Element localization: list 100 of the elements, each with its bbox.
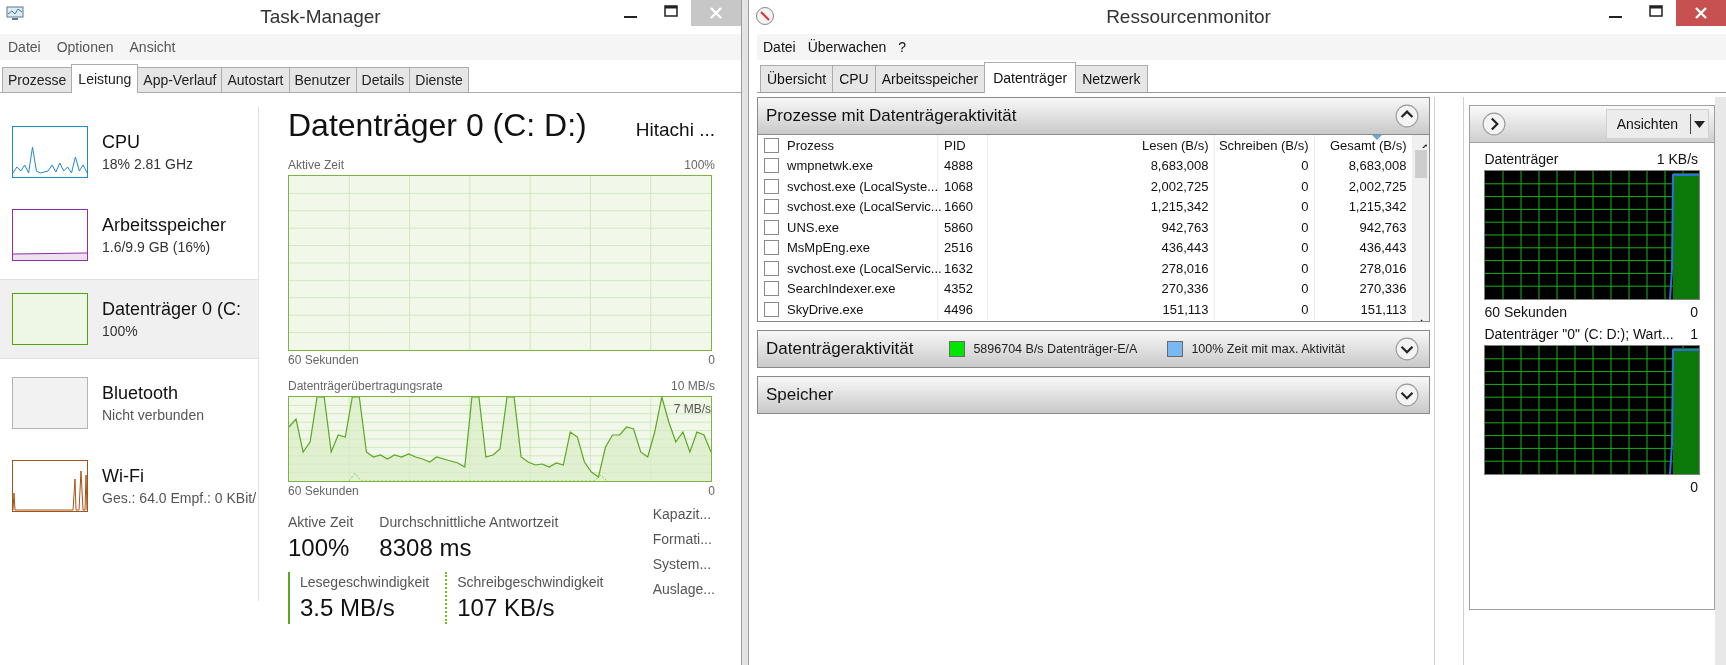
disk-model: Hitachi ... (635, 119, 715, 141)
views-button[interactable]: Ansichten (1605, 109, 1710, 139)
table-cell: 8,683,008 (1348, 158, 1407, 174)
tab[interactable]: Details (355, 67, 411, 92)
item-detail: 18% 2.81 GHz (102, 156, 194, 172)
checkbox[interactable] (764, 199, 779, 215)
menu-item[interactable]: Datei (0, 39, 49, 55)
table-cell: 1068 (944, 178, 973, 194)
stat-value: 107 KB/s (457, 594, 556, 622)
tab[interactable]: Benutzer (288, 67, 357, 92)
graph-title: Datenträger (1484, 151, 1559, 167)
column-header[interactable]: Lesen (B/s) (988, 135, 1216, 156)
close-icon[interactable] (1676, 0, 1726, 26)
legend-label: 100% Zeit mit max. Aktivität (1191, 342, 1345, 356)
sidebar-item[interactable]: Arbeitsspeicher 1.6/9.9 GB (16%) (0, 196, 258, 274)
checkbox[interactable] (764, 178, 779, 194)
menu-item[interactable]: Datei (757, 39, 802, 55)
tab[interactable]: Dienste (409, 67, 469, 92)
table-cell: 4496 (944, 301, 973, 317)
table-cell: SkyDrive.exe (787, 301, 864, 317)
menu-item[interactable]: Überwachen (801, 39, 893, 55)
stat-label: Schreibgeschwindigkeit (457, 574, 604, 590)
tab[interactable]: Arbeitsspeicher (874, 65, 986, 92)
table-cell: UNS.exe (787, 219, 840, 235)
forward-icon[interactable] (1482, 112, 1507, 136)
chart-label: Datenträgerübertragungsrate (288, 379, 443, 393)
menu-item[interactable]: ? (892, 39, 913, 55)
monitor-icon (6, 6, 24, 22)
axis-label: 0 (708, 484, 715, 498)
sidebar-item[interactable]: Datenträger 0 (C: 100% (0, 279, 258, 359)
sidebar-item[interactable]: Wi-Fi Ges.: 64.0 Empf.: 0 KBit/ (0, 447, 258, 525)
window-title: Task-Manager (259, 5, 382, 28)
item-name: Wi-Fi (102, 466, 145, 487)
section-header[interactable]: Prozesse mit Datenträgeraktivität (757, 97, 1431, 135)
table-cell: 436,443 (1359, 240, 1407, 256)
table-cell: 0 (1301, 178, 1309, 194)
tab[interactable]: Datenträger (984, 62, 1077, 93)
menu-item[interactable]: Optionen (48, 39, 122, 55)
stat-label: Durchschnittliche Antwortzeit (379, 514, 559, 530)
axis-label: 60 Sekunden (288, 353, 359, 367)
tab[interactable]: Leistung (71, 64, 139, 93)
tab[interactable]: App-Verlauf (137, 67, 223, 92)
column-header[interactable]: PID (938, 135, 988, 156)
scroll-thumb[interactable] (1415, 150, 1428, 178)
table-cell: 0 (1301, 281, 1309, 297)
item-name: Arbeitsspeicher (102, 215, 227, 236)
table-cell: 270,336 (1161, 281, 1209, 297)
section-header[interactable]: Datenträgeraktivität 5896704 B/s Datenträger-E/A 100% Zeit mit max. Aktivität (757, 330, 1431, 368)
stat-label: Lesegeschwindigkeit (300, 574, 430, 590)
column-header[interactable]: Prozess (758, 135, 938, 156)
item-detail: 100% (102, 323, 139, 339)
graph-max-label: 1 KB/s (1656, 151, 1699, 167)
tab[interactable]: CPU (832, 65, 876, 92)
property-label: System... (652, 556, 713, 572)
table-cell: 4352 (944, 281, 973, 297)
menu-item[interactable]: Ansicht (121, 39, 184, 55)
sidebar-item[interactable]: CPU 18% 2.81 GHz (0, 113, 258, 191)
sidebar-item[interactable]: Bluetooth Nicht verbunden (0, 364, 258, 442)
checkbox[interactable] (764, 240, 779, 256)
tab[interactable]: Autostart (221, 67, 290, 92)
scrollbar[interactable] (1413, 135, 1430, 321)
checkbox[interactable] (764, 158, 779, 174)
scrollbar[interactable] (1715, 97, 1726, 665)
expand-icon[interactable] (1395, 383, 1420, 407)
table-cell: 270,336 (1359, 281, 1407, 297)
table-cell: 151,113 (1360, 301, 1407, 317)
table-cell: 0 (1301, 260, 1309, 276)
legend-label: 5896704 B/s Datenträger-E/A (973, 342, 1138, 356)
tab[interactable]: Netzwerk (1075, 65, 1148, 92)
collapse-icon[interactable] (1395, 104, 1420, 128)
property-label: Formati... (652, 531, 713, 547)
section-header[interactable]: Speicher (757, 376, 1431, 414)
stat-value: 100% (288, 534, 351, 562)
table-cell: 5860 (944, 219, 973, 235)
axis-label: 0 (708, 353, 715, 367)
table-cell: SearchIndexer.exe (787, 281, 896, 297)
column-header[interactable]: Schreiben (B/s) (1215, 135, 1316, 156)
table-cell: 278,016 (1161, 260, 1209, 276)
table-cell: 2,002,725 (1348, 178, 1407, 194)
table-cell: svchost.exe (LocalServic... (787, 199, 942, 215)
section-title: Prozesse mit Datenträgeraktivität (766, 106, 1017, 126)
axis-label: 60 Sekunden (1484, 304, 1567, 320)
expand-icon[interactable] (1395, 337, 1420, 361)
property-label: Kapazit... (652, 506, 713, 522)
gauge-icon (755, 6, 775, 26)
checkbox[interactable] (764, 260, 779, 276)
checkbox[interactable] (764, 281, 779, 297)
checkbox[interactable] (764, 219, 779, 235)
checkbox[interactable] (764, 301, 779, 317)
tab[interactable]: Prozesse (2, 67, 73, 92)
window-title: Ressourcenmonitor (1105, 5, 1272, 28)
axis-label: 60 Sekunden (288, 484, 359, 498)
table-cell: 0 (1301, 199, 1309, 215)
table-cell: 942,763 (1161, 219, 1209, 235)
axis-label: 0 (1690, 304, 1699, 320)
table-cell: 1,215,342 (1150, 199, 1209, 215)
tab[interactable]: Übersicht (760, 65, 834, 92)
table-cell: 8,683,008 (1150, 158, 1209, 174)
checkbox[interactable] (764, 137, 779, 153)
chart-scale-label: 7 MB/s (673, 402, 711, 416)
